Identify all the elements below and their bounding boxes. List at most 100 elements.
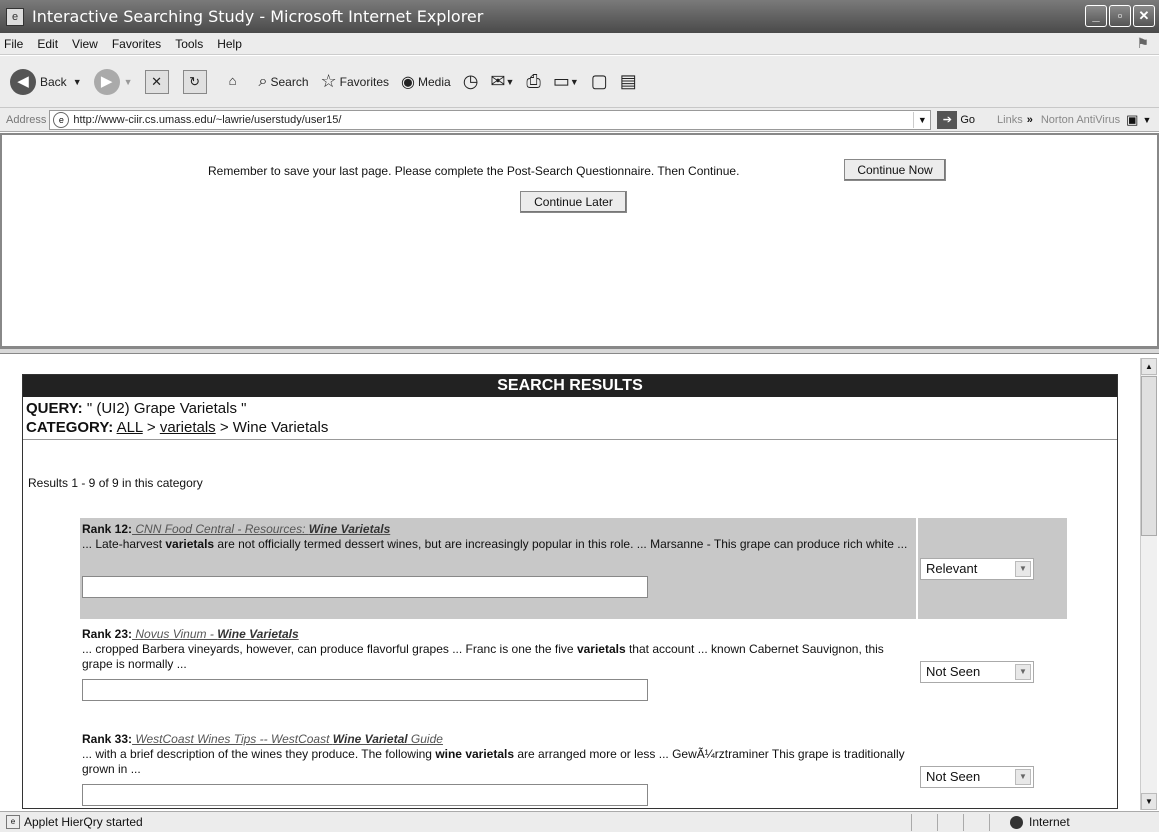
toolbar: ◀ Back ▼ ▶ ▼ ✕ ↻ ⌂ ⌕ Search ☆ Favorites ◉ Medi… [0,56,1159,108]
messenger-button[interactable]: ▤ [620,71,637,92]
scroll-up-icon[interactable]: ▲ [1141,358,1157,375]
windows-logo-icon: ⚑ [1136,35,1149,51]
address-input[interactable]: e http://www-ciir.cs.umass.edu/~lawrie/u… [49,109,932,130]
result-snippet: ... with a brief description of the wine… [82,747,905,776]
result-item-3: Rank 33: WestCoast Wines Tips -- WestCoa… [80,728,1067,810]
result-rank: Rank 23: [82,627,133,641]
result-note-input[interactable] [82,784,648,806]
discuss-button[interactable]: ▢ [591,71,608,92]
relevance-select[interactable]: Relevant ▼ [920,558,1034,580]
category-all-link[interactable]: ALL [117,419,143,436]
search-icon: ⌕ [258,72,268,90]
save-reminder-message: Remember to save your last page. Please … [208,164,740,178]
result-link[interactable]: Novus Vinum - Wine Varietals [132,627,298,641]
address-label: Address [6,113,47,126]
relevance-select[interactable]: Not Seen ▼ [920,661,1034,683]
go-arrow-icon: ➔ [937,110,958,129]
address-dropdown-icon[interactable]: ▼ [913,111,930,128]
query-label: QUERY: [26,400,83,417]
title-bar: e Interactive Searching Study - Microsof… [0,0,1159,33]
norton-antivirus-button[interactable]: Norton AntiVirus [1041,114,1120,126]
edit-button[interactable]: ▭ ▼ [553,71,579,92]
favorites-button[interactable]: ☆ Favorites [321,71,390,92]
media-icon: ◉ [401,73,415,91]
security-zone: Internet [989,813,1159,831]
top-frame: Remember to save your last page. Please … [0,133,1159,348]
mail-icon: ✉ [490,71,506,91]
chevron-down-icon[interactable]: ▼ [1015,664,1031,680]
category-varietals-link[interactable]: varietals [160,419,216,436]
norton-icon[interactable]: ▣ [1126,112,1138,128]
category-label: CATEGORY: [26,419,114,436]
scroll-thumb[interactable] [1141,376,1157,536]
status-bar: e Applet HierQry started Internet [0,811,1159,832]
discuss-icon: ▢ [590,71,608,91]
chevron-right-icon[interactable]: » [1027,114,1033,126]
links-button[interactable]: Links [997,114,1023,126]
menu-help[interactable]: Help [217,37,242,51]
maximize-button[interactable]: ▫ [1109,5,1131,27]
history-button[interactable]: ◷ [463,71,479,92]
media-button[interactable]: ◉ Media [401,72,451,92]
page-status-icon: e [6,815,20,829]
menu-favorites[interactable]: Favorites [112,37,161,51]
result-link[interactable]: CNN Food Central - Resources: Wine Varie… [132,522,390,536]
forward-arrow-icon: ▶ [93,68,120,95]
chevron-down-icon[interactable]: ▼ [1015,561,1031,577]
vertical-scrollbar[interactable]: ▲ ▼ [1140,358,1157,810]
go-button[interactable]: ➔ Go [937,110,975,129]
back-button[interactable]: ◀ Back ▼ [10,68,82,95]
continue-later-button[interactable]: Continue Later [520,191,627,213]
home-button[interactable]: ⌂ [221,70,247,94]
relevance-select[interactable]: Not Seen ▼ [920,766,1034,788]
result-rank: Rank 33: [82,732,133,746]
query-category-block: QUERY: " (UI2) Grape Varietals " CATEGOR… [23,397,1117,440]
edit-icon: ▭ [552,71,570,91]
category-current: > Wine Varietals [219,419,329,436]
result-note-input[interactable] [82,679,648,701]
menu-bar: File Edit View Favorites Tools Help [0,33,1159,55]
print-button[interactable]: ⎙ [526,71,540,92]
menu-file[interactable]: File [4,37,23,51]
result-note-input[interactable] [82,576,648,598]
printer-icon: ⎙ [526,71,541,91]
continue-now-button[interactable]: Continue Now [844,159,946,181]
mail-button[interactable]: ✉ ▼ [490,71,514,92]
stop-button[interactable]: ✕ [144,69,171,94]
search-button[interactable]: ⌕ Search [259,73,309,91]
home-icon: ⌂ [228,72,237,88]
ie-page-icon: e [6,7,24,26]
address-bar: Address e http://www-ciir.cs.umass.edu/~… [0,108,1159,132]
results-frame: SEARCH RESULTS QUERY: " (UI2) Grape Vari… [0,354,1140,810]
result-link[interactable]: WestCoast Wines Tips -- WestCoast Wine V… [132,732,443,746]
result-item-2: Rank 23: Novus Vinum - Wine Varietals ..… [80,623,1067,709]
star-icon: ☆ [320,71,337,91]
query-value: " (UI2) Grape Varietals " [86,400,247,417]
forward-button[interactable]: ▶ ▼ [93,68,133,95]
history-icon: ◷ [462,71,479,91]
result-snippet: ... cropped Barbera vineyards, however, … [82,642,884,671]
result-snippet: ... Late-harvest varietals are not offic… [82,537,908,551]
norton-dropdown-icon[interactable]: ▼ [1142,115,1151,125]
refresh-icon: ↻ [182,69,207,94]
window-title: Interactive Searching Study - Microsoft … [32,7,484,26]
refresh-button[interactable]: ↻ [182,69,209,94]
address-url: http://www-ciir.cs.umass.edu/~lawrie/use… [73,113,342,126]
menu-tools[interactable]: Tools [175,37,203,51]
messenger-icon: ▤ [619,71,637,91]
results-count: Results 1 - 9 of 9 in this category [28,476,203,490]
minimize-button[interactable]: _ [1085,5,1107,27]
close-button[interactable]: ✕ [1133,5,1155,27]
result-item-1: Rank 12: CNN Food Central - Resources: W… [80,518,1067,619]
menu-edit[interactable]: Edit [37,37,58,51]
search-results-header: SEARCH RESULTS [23,375,1117,397]
page-icon: e [53,111,70,128]
back-arrow-icon: ◀ [10,68,36,95]
status-text: Applet HierQry started [24,815,143,829]
menu-view[interactable]: View [72,37,98,51]
scroll-down-icon[interactable]: ▼ [1141,793,1157,810]
result-rank: Rank 12: [82,522,133,536]
stop-icon: ✕ [144,69,169,94]
chevron-down-icon[interactable]: ▼ [1015,769,1031,785]
globe-icon [1010,815,1023,829]
